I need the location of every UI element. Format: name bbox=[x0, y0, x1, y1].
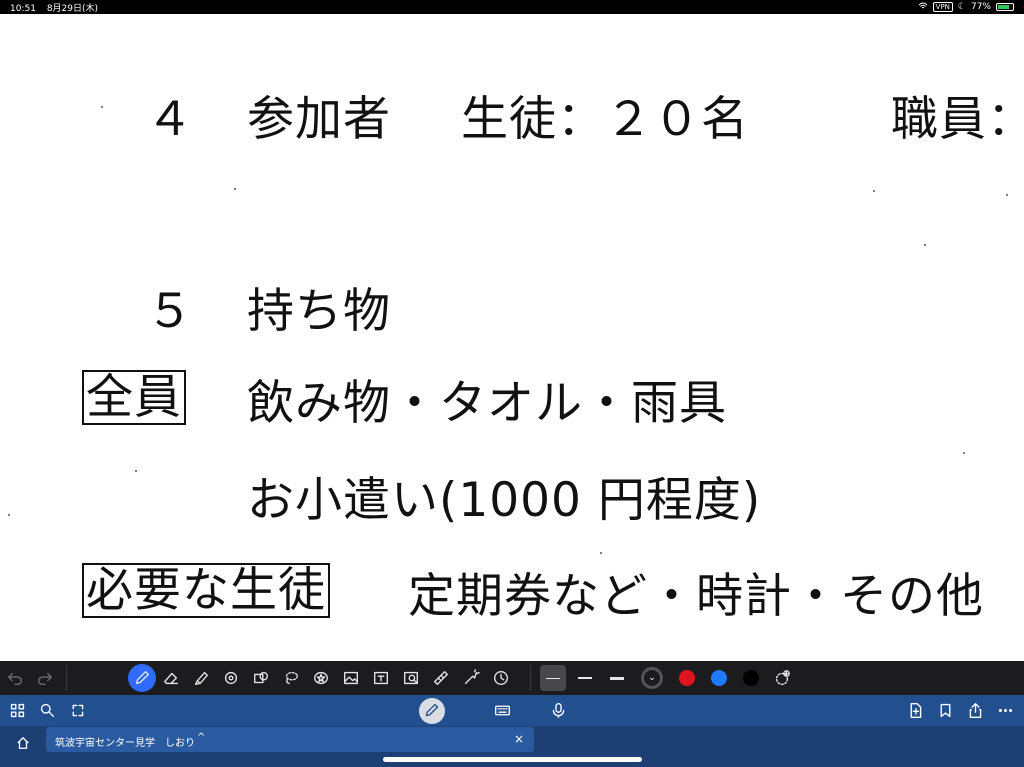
status-date: 8月29日(木) bbox=[46, 3, 99, 14]
textbox-icon[interactable] bbox=[366, 664, 396, 692]
required-students-box: 必要な生徒 bbox=[82, 563, 330, 618]
navigation-bar bbox=[0, 695, 1024, 726]
status-time: 10:51 bbox=[10, 3, 36, 14]
status-bar: 10:51 8月29日(木) VPN ☾ 77% bbox=[0, 0, 1024, 14]
pen-mode-icon[interactable] bbox=[418, 697, 445, 724]
more-icon[interactable] bbox=[990, 697, 1020, 725]
share-icon[interactable] bbox=[960, 697, 990, 725]
color-swatch-black[interactable] bbox=[743, 670, 759, 686]
stroke-thick[interactable] bbox=[604, 665, 630, 691]
pen-icon[interactable] bbox=[128, 664, 156, 692]
drawing-toolbar: ⌄ bbox=[0, 661, 1024, 695]
color-swatch-red[interactable] bbox=[679, 670, 695, 686]
battery-icon bbox=[996, 3, 1014, 11]
document-tab[interactable]: 筑波宇宙センター見学 しおり ^ × bbox=[46, 727, 534, 752]
document-page[interactable]: ４ 参加者 生徒：２０名 職員： ５ 持ち物 全員 飲み物・タオル・雨具 お小遣… bbox=[0, 14, 1024, 661]
stroke-thin[interactable] bbox=[540, 665, 566, 691]
camera-icon[interactable] bbox=[396, 664, 426, 692]
add-color-icon[interactable] bbox=[767, 664, 797, 692]
bookmark-icon[interactable] bbox=[930, 697, 960, 725]
ruler-icon[interactable] bbox=[426, 664, 456, 692]
moon-icon: ☾ bbox=[957, 2, 966, 12]
wifi-icon bbox=[918, 2, 928, 13]
add-page-icon[interactable] bbox=[900, 697, 930, 725]
undo-icon[interactable] bbox=[0, 664, 30, 692]
image-icon[interactable] bbox=[336, 664, 366, 692]
item-5-number: ５ bbox=[146, 284, 194, 339]
shape-icon[interactable] bbox=[216, 664, 246, 692]
sticker-icon[interactable] bbox=[246, 664, 276, 692]
item-4-number: ４ bbox=[146, 92, 194, 147]
tab-title: 筑波宇宙センター見学 しおり bbox=[55, 738, 195, 749]
mic-icon[interactable] bbox=[544, 697, 574, 725]
laser-icon[interactable] bbox=[456, 664, 486, 692]
item-4-label: 参加者 bbox=[247, 92, 391, 147]
redo-icon[interactable] bbox=[30, 664, 60, 692]
color-swatch-selected[interactable]: ⌄ bbox=[641, 667, 663, 689]
lasso-icon[interactable] bbox=[276, 664, 306, 692]
pocket-money-item: お小遣い(1000 円程度) bbox=[247, 473, 762, 528]
home-indicator[interactable] bbox=[383, 757, 642, 762]
home-icon[interactable] bbox=[12, 732, 34, 754]
item-5-label: 持ち物 bbox=[247, 284, 391, 339]
pages-icon[interactable] bbox=[62, 697, 92, 725]
stroke-medium[interactable] bbox=[572, 665, 598, 691]
highlighter-icon[interactable] bbox=[186, 664, 216, 692]
chevron-up-icon[interactable]: ^ bbox=[197, 732, 205, 743]
required-items: 定期券など・時計・その他 bbox=[408, 569, 984, 624]
battery-percent: 77% bbox=[970, 2, 991, 12]
timer-icon[interactable] bbox=[486, 664, 516, 692]
search-icon[interactable] bbox=[32, 697, 62, 725]
star-icon[interactable] bbox=[306, 664, 336, 692]
item-4-students: 生徒：２０名 bbox=[461, 92, 749, 147]
everyone-box: 全員 bbox=[82, 370, 186, 425]
color-swatch-blue[interactable] bbox=[711, 670, 727, 686]
vpn-badge: VPN bbox=[932, 2, 953, 12]
grid-icon[interactable] bbox=[2, 697, 32, 725]
keyboard-icon[interactable] bbox=[488, 697, 518, 725]
item-4-staff: 職員： bbox=[891, 92, 1024, 147]
eraser-icon[interactable] bbox=[156, 664, 186, 692]
close-tab-button[interactable]: × bbox=[514, 732, 524, 746]
everyone-items: 飲み物・タオル・雨具 bbox=[247, 376, 727, 431]
